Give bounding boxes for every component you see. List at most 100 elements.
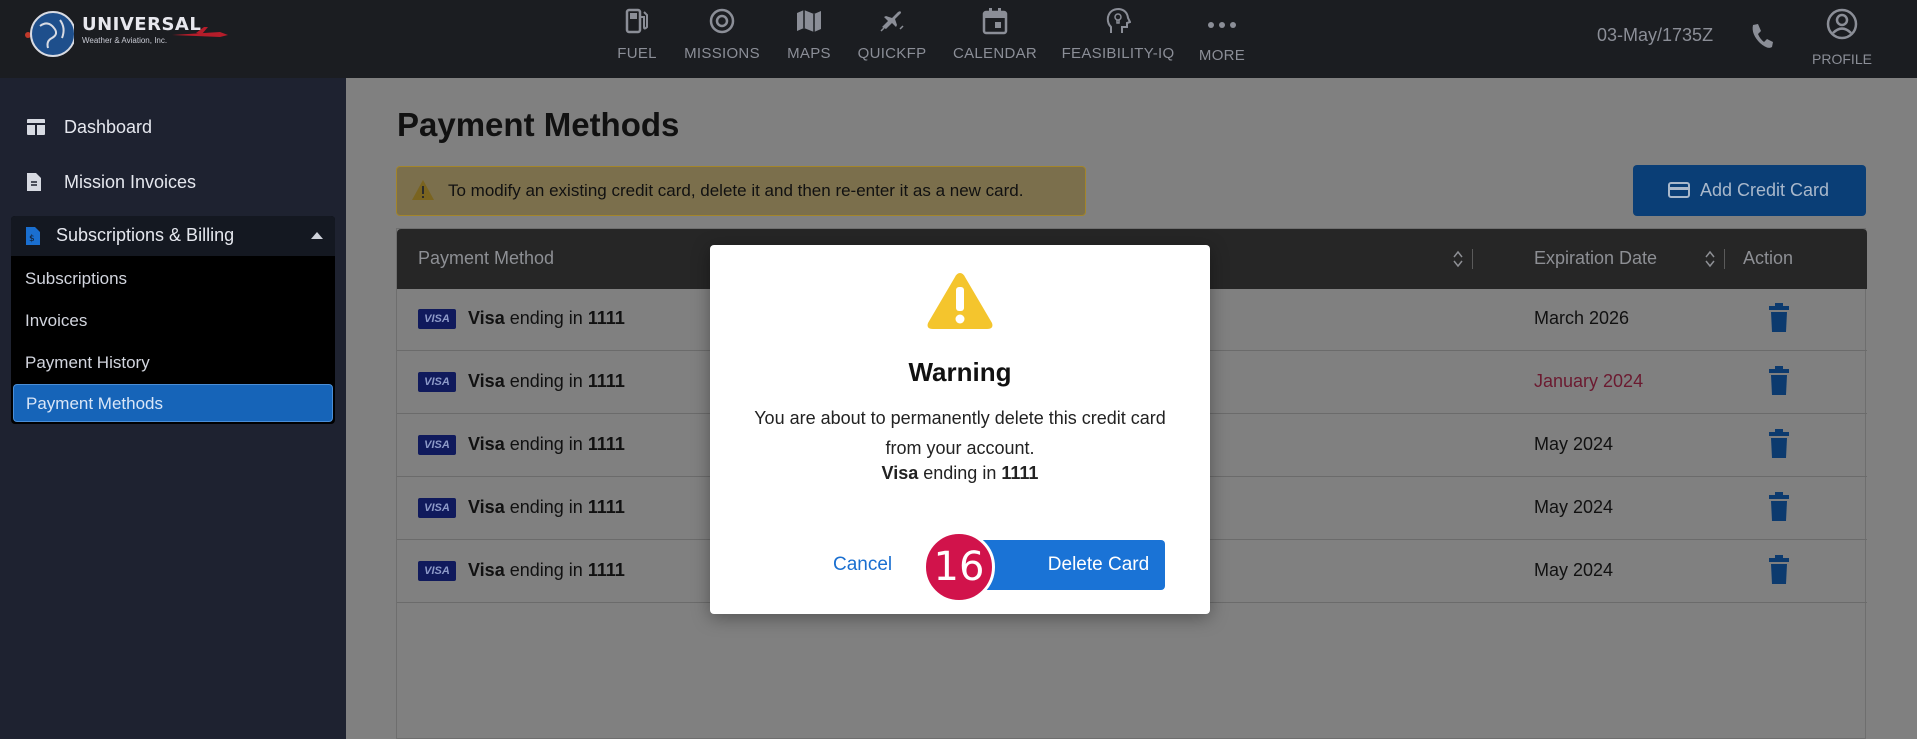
expiration-date-expired: January 2024 (1534, 371, 1644, 391)
sidebar-item-dashboard[interactable]: Dashboard (0, 107, 346, 147)
sidebar-subitem-invoices[interactable]: Invoices (13, 302, 333, 340)
target-icon (709, 8, 735, 34)
card-brand: Visa (468, 308, 505, 328)
card-brand: Visa (468, 560, 505, 580)
phone-button[interactable] (1748, 22, 1774, 55)
nav-label: QUICKFP (857, 45, 927, 62)
delete-card-button[interactable]: Delete Card (966, 540, 1165, 590)
phone-icon (1752, 24, 1773, 48)
card-brand: Visa (468, 434, 505, 454)
card-description: Visa ending in 1111 (468, 497, 625, 518)
card-last4: 1111 (587, 434, 625, 454)
card-last4: 1111 (587, 371, 625, 391)
trash-icon[interactable] (1768, 429, 1790, 459)
invoice-icon (27, 173, 41, 191)
visa-card-icon: VISA (418, 309, 456, 329)
nav-label: FUEL (617, 45, 657, 62)
card-last4: 1111 (587, 308, 625, 328)
nav-quickfp[interactable]: QUICKFP (857, 0, 927, 78)
trash-icon[interactable] (1768, 555, 1790, 585)
dialog-card-info: Visa ending in 1111 (710, 463, 1210, 484)
visa-card-icon: VISA (418, 372, 456, 392)
visa-card-icon: VISA (418, 498, 456, 518)
top-navbar: UNIVERSAL Weather & Aviation, Inc. FUEL … (0, 0, 1917, 78)
column-header-payment-method[interactable]: Payment Method (418, 248, 554, 269)
delete-card-dialog: Warning You are about to permanently del… (710, 245, 1210, 614)
visa-card-icon: VISA (418, 435, 456, 455)
nav-label: MAPS (787, 45, 831, 62)
expiration-date: May 2024 (1534, 497, 1614, 517)
column-divider (1724, 249, 1725, 269)
fuel-pump-icon (625, 8, 648, 34)
nav-calendar[interactable]: CALENDAR (952, 0, 1038, 78)
add-credit-card-label: Add Credit Card (1700, 180, 1830, 200)
card-description: Visa ending in 1111 (468, 560, 625, 581)
dashboard-icon (27, 119, 45, 135)
current-datetime: 03-May/1735Z (1597, 25, 1714, 45)
expiration-date: March 2026 (1534, 308, 1630, 328)
nav-feasibility-iq[interactable]: FEASIBILITY-IQ (1061, 0, 1175, 78)
sidebar-subitem-payment-history[interactable]: Payment History (13, 344, 333, 382)
head-bulb-icon (1106, 7, 1131, 33)
sidebar-subitem-payment-methods[interactable]: Payment Methods (13, 384, 333, 422)
collapse-caret-icon[interactable] (311, 232, 323, 239)
card-last4: 1111 (587, 560, 625, 580)
more-dots-icon (1208, 22, 1236, 28)
nav-maps[interactable]: MAPS (787, 0, 831, 78)
nav-more[interactable]: MORE (1198, 0, 1246, 78)
trash-icon[interactable] (1768, 303, 1790, 333)
sidebar-item-label: Dashboard (64, 116, 153, 137)
add-credit-card-button[interactable]: Add Credit Card (1633, 165, 1866, 216)
nav-label: FEASIBILITY-IQ (1061, 45, 1175, 62)
sidebar-subitem-subscriptions[interactable]: Subscriptions (13, 260, 333, 298)
sidebar-item-subscriptions-billing[interactable]: $ Subscriptions & Billing (11, 216, 335, 256)
dialog-card-brand: Visa (881, 463, 919, 483)
svg-text:$: $ (29, 234, 35, 244)
profile-button[interactable]: PROFILE (1812, 8, 1872, 67)
universal-logo[interactable]: UNIVERSAL Weather & Aviation, Inc. (20, 8, 230, 64)
card-middle-text: ending in (509, 308, 583, 328)
sidebar-item-label: Mission Invoices (64, 171, 197, 192)
dialog-card-last4: 1111 (1001, 463, 1039, 483)
card-brand: Visa (468, 497, 505, 517)
trash-icon[interactable] (1768, 492, 1790, 522)
nav-fuel[interactable]: FUEL (617, 0, 657, 78)
card-description: Visa ending in 1111 (468, 434, 625, 455)
nav-label: MORE (1198, 47, 1246, 64)
column-header-action: Action (1743, 248, 1794, 268)
page-title: Payment Methods (397, 106, 680, 143)
calendar-icon (982, 8, 1008, 35)
globe-logo-icon (25, 11, 74, 57)
visa-card-icon: VISA (418, 561, 456, 581)
dialog-title: Warning (908, 357, 1012, 387)
delete-card-label: Delete Card (1047, 554, 1150, 575)
info-alert: To modify an existing credit card, delet… (396, 166, 1086, 216)
warning-icon (412, 180, 434, 200)
map-icon (797, 10, 821, 32)
column-divider (1472, 249, 1473, 269)
sort-icon[interactable] (1704, 250, 1716, 268)
card-middle-text: ending in (509, 371, 583, 391)
card-middle-text: ending in (509, 497, 583, 517)
profile-icon (1826, 8, 1858, 40)
billing-document-icon: $ (26, 227, 40, 245)
sidebar-item-mission-invoices[interactable]: Mission Invoices (0, 162, 346, 202)
nav-label: CALENDAR (952, 45, 1038, 62)
card-description: Visa ending in 1111 (468, 371, 625, 392)
expiration-date: May 2024 (1534, 434, 1614, 454)
nav-missions[interactable]: MISSIONS (684, 0, 760, 78)
airplane-icon (880, 11, 904, 32)
step-number-badge: 16 (923, 531, 995, 603)
alert-text: To modify an existing credit card, delet… (448, 181, 1024, 200)
sort-icon[interactable] (1452, 250, 1464, 268)
warning-triangle-icon (927, 273, 993, 329)
jet-logo-icon (172, 27, 228, 37)
billing-section: $ Subscriptions & Billing Subscriptions … (11, 216, 335, 424)
dialog-message: You are about to permanently delete this… (754, 408, 1166, 458)
card-brand: Visa (468, 371, 505, 391)
column-header-expiration-date[interactable]: Expiration Date (1534, 248, 1657, 269)
card-middle-text: ending in (509, 434, 583, 454)
trash-icon[interactable] (1768, 366, 1790, 396)
cancel-button[interactable]: Cancel (833, 554, 892, 576)
nav-label: MISSIONS (684, 45, 760, 62)
